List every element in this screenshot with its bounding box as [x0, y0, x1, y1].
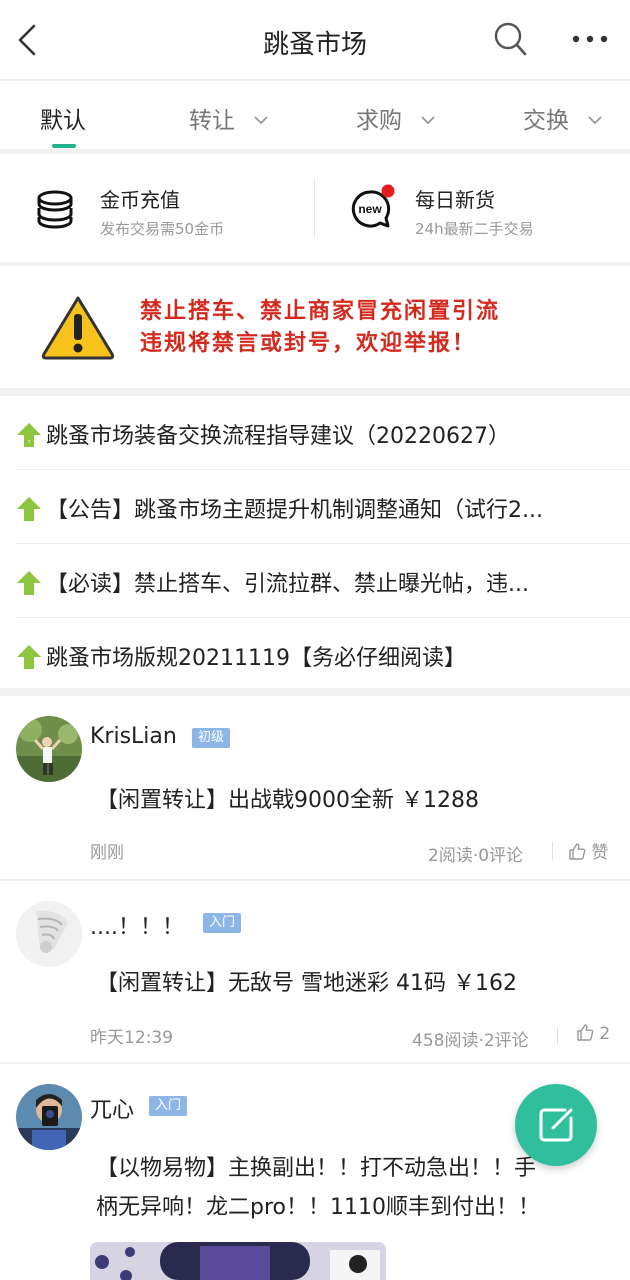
- tab-label: 转让: [189, 108, 235, 134]
- username[interactable]: ....！！！: [90, 909, 184, 941]
- pinned-item[interactable]: 跳蚤市场版规20211119【务必仔细阅读】: [16, 618, 630, 692]
- user-level-badge: 入门: [149, 1096, 188, 1116]
- warning-triangle-icon: [41, 296, 115, 360]
- thumbs-up-icon: [569, 843, 586, 860]
- active-tab-indicator: [52, 144, 76, 148]
- user-avatar[interactable]: [16, 901, 82, 967]
- page-title: 跳蚤市场: [262, 30, 367, 60]
- compose-post-button[interactable]: [515, 1084, 597, 1166]
- divider: [557, 1027, 558, 1045]
- pin-top-icon: [17, 571, 41, 595]
- search-icon[interactable]: [492, 20, 528, 58]
- post-title-line-2[interactable]: 柄无异响！龙二pro！！1110顺丰到付出！！: [96, 1189, 540, 1227]
- like-button[interactable]: 2: [576, 1023, 610, 1044]
- pinned-title: 【公告】跳蚤市场主题提升机制调整通知（试行2...: [46, 498, 543, 523]
- post-stats: 458阅读·2评论: [412, 1031, 529, 1051]
- post-title[interactable]: 【闲置转让】无敌号 雪地迷彩 41码 ￥162: [96, 965, 517, 1003]
- edit-icon: [539, 1108, 573, 1142]
- service-shortcuts: 金币充值 发布交易需50金币 new 每日新货 24h最新二手交易: [0, 154, 630, 262]
- tab-label: 求购: [356, 108, 402, 134]
- svg-text:↑: ↑: [27, 437, 31, 446]
- coins-icon: [37, 190, 73, 229]
- tab-label: 交换: [523, 108, 569, 134]
- daily-new-goods-entry[interactable]: new 每日新货 24h最新二手交易: [315, 154, 630, 262]
- tab-transfer[interactable]: 转让: [189, 101, 268, 134]
- tab-label: 默认: [40, 108, 86, 134]
- pin-top-icon: ↑: [17, 423, 41, 447]
- username[interactable]: KrisLian: [90, 724, 177, 749]
- pinned-notices: ↑ 跳蚤市场装备交换流程指导建议（20220627） 【公告】跳蚤市场主题提升机…: [0, 396, 630, 688]
- service-subtitle: 发布交易需50金币: [100, 220, 225, 238]
- new-badge-icon: new: [351, 184, 395, 228]
- new-icon-text: new: [358, 202, 382, 216]
- warning-text: 禁止搭车、禁止商家冒充闲置引流 违规将禁言或封号，欢迎举报！: [140, 296, 500, 360]
- tab-default[interactable]: 默认: [40, 101, 86, 134]
- tab-wanted[interactable]: 求购: [356, 101, 435, 134]
- post-time: 昨天12:39: [90, 1028, 173, 1048]
- post-stats: 2阅读·0评论: [428, 846, 524, 866]
- post-title-line-1[interactable]: 【以物易物】主换副出！！打不动急出！！手: [96, 1150, 536, 1188]
- divider: [552, 842, 553, 860]
- pinned-title: 【必读】禁止搭车、引流拉群、禁止曝光帖，违...: [46, 572, 529, 597]
- user-avatar[interactable]: [16, 716, 82, 782]
- warning-line-1: 禁止搭车、禁止商家冒充闲置引流: [140, 299, 501, 324]
- like-count: 2: [599, 1024, 611, 1044]
- service-title: 每日新货: [415, 188, 495, 212]
- post-title[interactable]: 【闲置转让】出战戟9000全新 ￥1288: [96, 782, 479, 820]
- pinned-item[interactable]: ↑ 跳蚤市场装备交换流程指导建议（20220627）: [16, 396, 630, 470]
- service-subtitle: 24h最新二手交易: [415, 220, 534, 238]
- user-avatar[interactable]: [16, 1084, 82, 1150]
- pinned-title: 跳蚤市场装备交换流程指导建议（20220627）: [46, 424, 510, 449]
- post-item[interactable]: KrisLian 初级 【闲置转让】出战戟9000全新 ￥1288 刚刚 2阅读…: [0, 696, 630, 880]
- pin-top-icon: [17, 645, 41, 669]
- filter-tabs: 默认 转让 求购 交换: [0, 81, 630, 149]
- rules-warning-banner[interactable]: 禁止搭车、禁止商家冒充闲置引流 违规将禁言或封号，欢迎举报！: [0, 266, 630, 388]
- post-item[interactable]: ....！！！ 入门 【闲置转让】无敌号 雪地迷彩 41码 ￥162 昨天12:…: [0, 881, 630, 1063]
- like-label: 赞: [591, 843, 609, 863]
- header-bar: 跳蚤市场: [0, 0, 630, 80]
- post-time: 刚刚: [90, 843, 124, 863]
- more-options-icon[interactable]: [570, 24, 610, 54]
- username[interactable]: 兀心: [90, 1092, 134, 1124]
- chevron-down-icon: [421, 116, 435, 125]
- like-button[interactable]: 赞: [568, 838, 608, 863]
- post-image-thumbnail[interactable]: [90, 1242, 386, 1280]
- user-level-badge: 入门: [203, 913, 242, 933]
- pin-top-icon: [17, 497, 41, 521]
- pinned-item[interactable]: 【必读】禁止搭车、引流拉群、禁止曝光帖，违...: [16, 544, 630, 618]
- pinned-title: 跳蚤市场版规20211119【务必仔细阅读】: [46, 646, 466, 671]
- chevron-down-icon: [254, 116, 268, 125]
- pinned-item[interactable]: 【公告】跳蚤市场主题提升机制调整通知（试行2...: [16, 470, 630, 544]
- warning-line-2: 违规将禁言或封号，欢迎举报！: [140, 331, 477, 356]
- user-level-badge: 初级: [192, 728, 231, 748]
- service-title: 金币充值: [100, 188, 180, 212]
- tab-exchange[interactable]: 交换: [523, 101, 602, 134]
- thumbs-up-icon: [577, 1024, 594, 1041]
- coin-recharge-entry[interactable]: 金币充值 发布交易需50金币: [0, 154, 315, 262]
- chevron-down-icon: [588, 116, 602, 125]
